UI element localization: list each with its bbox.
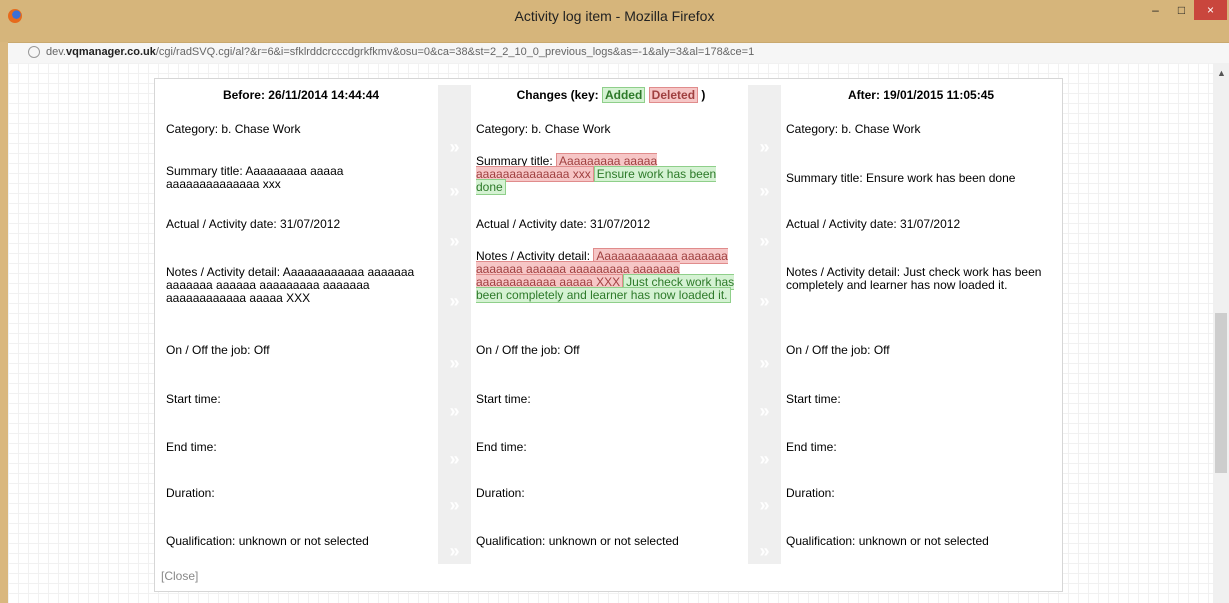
column-separator-1: » » » » » » » » » [438,85,471,564]
changes-header: Changes (key: Added Deleted ) [476,87,746,103]
after-category: Category: b. Chase Work [786,122,921,136]
scrollbar-thumb[interactable] [1215,313,1227,473]
chevron-icon: » [759,449,770,469]
chevron-icon: » [759,401,770,421]
after-summary: Summary title: Ensure work has been done [786,171,1016,185]
url-bar[interactable]: dev.vqmanager.co.uk/cgi/radSVQ.cgi/al?&r… [8,42,1229,64]
changes-duration: Duration: [476,486,525,500]
after-duration: Duration: [786,486,835,500]
before-actual-date: Actual / Activity date: 31/07/2012 [166,217,341,231]
chevron-icon: » [449,231,460,251]
changes-summary: Summary title: Aaaaaaaaa aaaaa aaaaaaaaa… [476,153,742,195]
chevron-icon: » [449,495,460,515]
changes-end-time: End time: [476,440,527,454]
after-qualification: Qualification: unknown or not selected [786,534,989,548]
url-text[interactable]: dev.vqmanager.co.uk/cgi/radSVQ.cgi/al?&r… [46,46,754,58]
url-path: /cgi/radSVQ.cgi/al?&r=6&i=sfklrddcrcccdg… [155,46,755,58]
chevron-icon: » [449,449,460,469]
chevron-icon: » [759,231,770,251]
chevron-icon: » [759,137,770,157]
before-category: Category: b. Chase Work [166,122,301,136]
activity-log-dialog: » » » » » » » » » » » » » » » » » » Befo… [154,78,1063,592]
scroll-up-icon[interactable]: ▲ [1217,68,1226,78]
before-qualification: Qualification: unknown or not selected [166,534,369,548]
chevron-icon: » [759,495,770,515]
globe-icon [28,46,40,58]
close-window-button[interactable]: × [1194,0,1227,20]
before-start-time: Start time: [166,392,221,406]
changes-category: Category: b. Chase Work [476,122,611,136]
changes-notes: Notes / Activity detail: Aaaaaaaaaaaa aa… [476,248,742,303]
chevron-icon: » [449,181,460,201]
before-notes: Notes / Activity detail: Aaaaaaaaaaaa aa… [166,265,415,305]
key-deleted-badge: Deleted [648,87,699,103]
changes-header-label: Changes (key: [516,88,602,102]
vertical-scrollbar[interactable]: ▲ [1213,63,1229,603]
close-link[interactable]: [Close] [161,569,198,583]
changes-actual-date: Actual / Activity date: 31/07/2012 [476,217,651,231]
before-on-off-job: On / Off the job: Off [166,343,270,357]
chevron-icon: » [759,291,770,311]
after-on-off-job: On / Off the job: Off [786,343,890,357]
changes-qualification: Qualification: unknown or not selected [476,534,679,548]
url-host-domain: vqmanager.co.uk [65,46,156,58]
changes-header-suffix: ) [701,88,706,102]
after-end-time: End time: [786,440,837,454]
chevron-icon: » [449,291,460,311]
chevron-icon: » [759,181,770,201]
before-summary: Summary title: Aaaaaaaaa aaaaa aaaaaaaaa… [166,164,344,191]
changes-on-off-job: On / Off the job: Off [476,343,580,357]
after-start-time: Start time: [786,392,841,406]
chevron-icon: » [759,541,770,561]
before-duration: Duration: [166,486,215,500]
key-added-badge: Added [601,87,646,103]
before-header: Before: 26/11/2014 14:44:44 [222,88,380,102]
after-notes: Notes / Activity detail: Just check work… [786,265,1042,292]
url-host-prefix: dev. [46,46,66,58]
after-header: After: 19/01/2015 11:05:45 [847,88,995,102]
minimize-button[interactable]: – [1142,0,1169,20]
maximize-button[interactable]: □ [1168,0,1195,20]
window-titlebar: Activity log item - Mozilla Firefox – □ … [0,0,1229,42]
chevron-icon: » [449,541,460,561]
before-end-time: End time: [166,440,217,454]
chevron-icon: » [759,353,770,373]
chevron-icon: » [449,137,460,157]
chevron-icon: » [449,401,460,421]
column-separator-2: » » » » » » » » » [748,85,781,564]
changes-start-time: Start time: [476,392,531,406]
after-actual-date: Actual / Activity date: 31/07/2012 [786,217,961,231]
window-title: Activity log item - Mozilla Firefox [514,8,715,24]
chevron-icon: » [449,353,460,373]
